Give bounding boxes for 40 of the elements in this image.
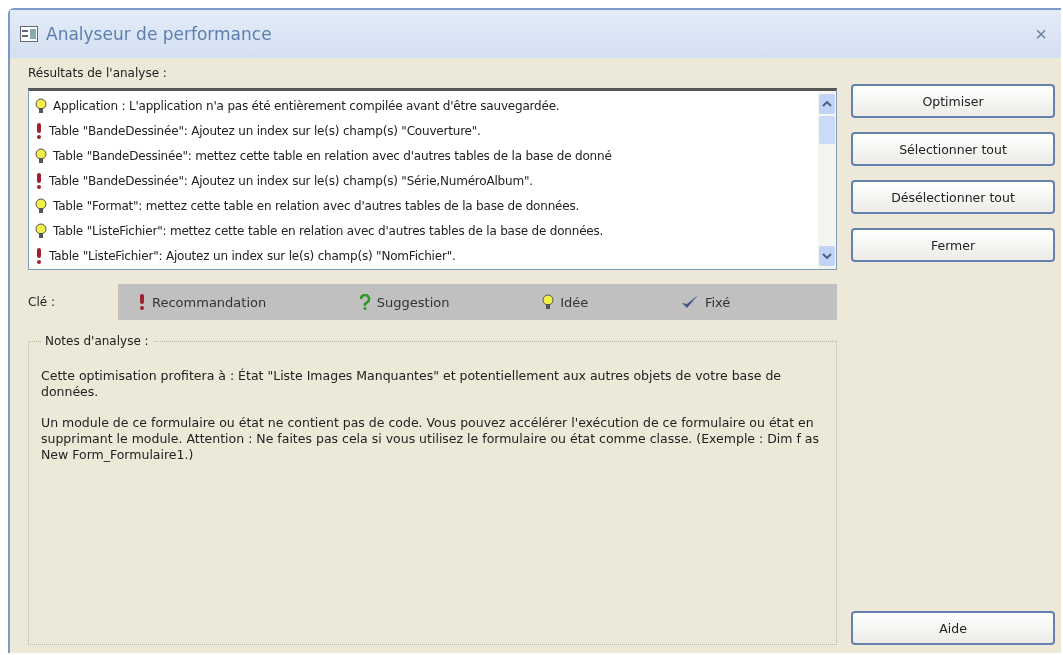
window-title: Analyseur de performance: [46, 24, 273, 44]
notes-label: Notes d'analyse :: [44, 334, 150, 348]
results-label: Résultats de l'analyse :: [28, 66, 168, 80]
lightbulb-icon: [35, 222, 47, 239]
result-item[interactable]: Table "ListeFichier": Ajoutez un index sur le(s) champ(s) "NomFichier".: [49, 248, 456, 263]
scroll-up-button[interactable]: [819, 94, 835, 114]
exclamation-icon: [35, 172, 43, 189]
question-mark-icon: [358, 294, 371, 310]
scrollbar[interactable]: [818, 91, 836, 269]
key-text: Recommandation: [152, 294, 267, 310]
caret-up-icon: [822, 101, 832, 107]
key-text: Suggestion: [376, 294, 450, 310]
key-text: Fixé: [704, 294, 731, 310]
result-item[interactable]: Table "BandeDessinée": Ajoutez un index sur le(s) champ(s) "Couverture".: [49, 123, 481, 138]
lightbulb-icon: [35, 147, 47, 164]
notes-paragraph: Un module de ce formulaire ou état ne contient pas de code. Vous pouvez accélérer l'exécution de ce formulaire ou état en supprimant le module. Attention : Ne faites pas cela si vous utilisez le formulaire ou état comme classe. (Exemple : Dim f as New Form_Formulaire1.): [41, 414, 820, 464]
action-button[interactable]: Fermer: [851, 228, 1055, 262]
scroll-down-button[interactable]: [819, 246, 835, 266]
result-item[interactable]: Table "ListeFichier": mettez cette table en relation avec d'autres tables de la base de données.: [53, 223, 604, 238]
key-text: Idée: [560, 294, 589, 310]
action-button[interactable]: Désélectionner tout: [851, 180, 1055, 214]
key-label: Clé :: [28, 295, 56, 309]
lightbulb-icon: [35, 197, 47, 214]
caret-down-icon: [822, 253, 832, 259]
result-item[interactable]: Table "BandeDessinée": Ajoutez un index sur le(s) champ(s) "Série,NuméroAlbum".: [49, 173, 533, 188]
exclamation-icon: [35, 122, 43, 139]
checkmark-icon: [680, 294, 699, 310]
lightbulb-icon: [35, 97, 47, 114]
exclamation-icon: [138, 294, 146, 310]
notes-paragraph: Cette optimisation profitera à : État "Liste Images Manquantes" et potentiellement aux autres objets de votre base de données.: [41, 368, 783, 401]
action-button[interactable]: Sélectionner tout: [851, 132, 1055, 166]
exclamation-icon: [35, 247, 43, 264]
result-item[interactable]: Table "Format": mettez cette table en relation avec d'autres tables de la base de données.: [53, 198, 580, 213]
help-button[interactable]: Aide: [851, 611, 1055, 645]
action-button[interactable]: Optimiser: [851, 84, 1055, 118]
form-icon: [20, 26, 38, 42]
result-item[interactable]: Application : L'application n'a pas été entièrement compilée avant d'être sauvegardée.: [53, 98, 560, 113]
result-item[interactable]: Table "BandeDessinée": mettez cette table en relation avec d'autres tables de la base de donné: [53, 148, 612, 163]
lightbulb-icon: [542, 294, 555, 310]
scroll-thumb[interactable]: [819, 116, 835, 144]
